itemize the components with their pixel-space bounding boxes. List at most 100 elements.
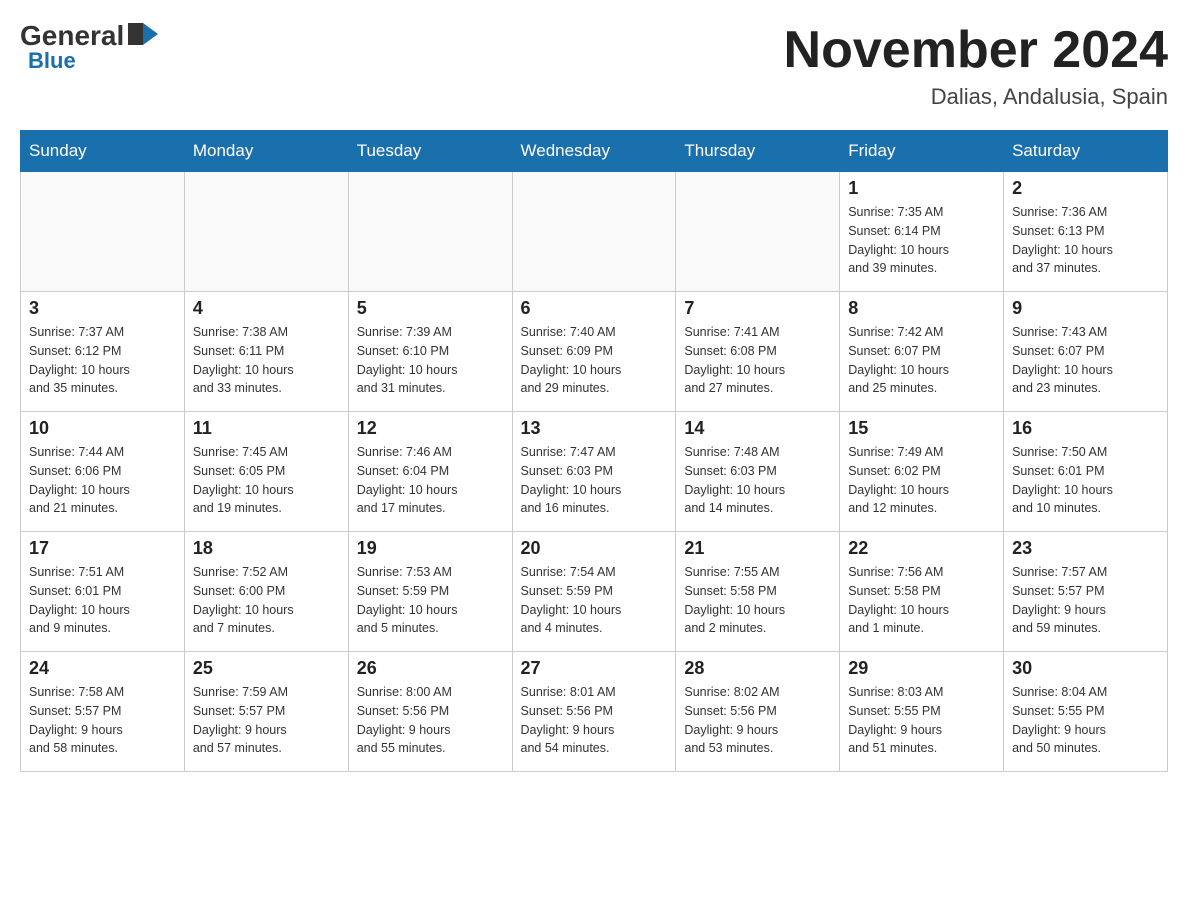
calendar-week-row: 17Sunrise: 7:51 AM Sunset: 6:01 PM Dayli… <box>21 532 1168 652</box>
day-info: Sunrise: 7:44 AM Sunset: 6:06 PM Dayligh… <box>29 443 176 518</box>
col-tuesday: Tuesday <box>348 131 512 172</box>
day-number: 20 <box>521 538 668 559</box>
day-info: Sunrise: 7:41 AM Sunset: 6:08 PM Dayligh… <box>684 323 831 398</box>
day-info: Sunrise: 7:35 AM Sunset: 6:14 PM Dayligh… <box>848 203 995 278</box>
calendar-cell <box>21 172 185 292</box>
day-number: 26 <box>357 658 504 679</box>
logo-blue-text: Blue <box>28 48 76 74</box>
day-info: Sunrise: 7:51 AM Sunset: 6:01 PM Dayligh… <box>29 563 176 638</box>
day-info: Sunrise: 7:59 AM Sunset: 5:57 PM Dayligh… <box>193 683 340 758</box>
day-info: Sunrise: 7:57 AM Sunset: 5:57 PM Dayligh… <box>1012 563 1159 638</box>
col-saturday: Saturday <box>1004 131 1168 172</box>
calendar-cell <box>348 172 512 292</box>
day-number: 3 <box>29 298 176 319</box>
day-info: Sunrise: 7:45 AM Sunset: 6:05 PM Dayligh… <box>193 443 340 518</box>
calendar-subtitle: Dalias, Andalusia, Spain <box>784 84 1168 110</box>
calendar-cell: 23 Sunrise: 7:57 AM Sunset: 5:57 PM Dayli… <box>1004 532 1168 652</box>
calendar-cell: 29 Sunrise: 8:03 AM Sunset: 5:55 PM Dayli… <box>840 652 1004 772</box>
day-info: Sunrise: 8:00 AM Sunset: 5:56 PM Dayligh… <box>357 683 504 758</box>
day-info: Sunrise: 7:47 AM Sunset: 6:03 PM Dayligh… <box>521 443 668 518</box>
calendar-cell: 2 Sunrise: 7:36 AM Sunset: 6:13 PM Daylig… <box>1004 172 1168 292</box>
logo-area: General Blue <box>20 20 158 74</box>
calendar-cell: 8 Sunrise: 7:42 AM Sunset: 6:07 PM Daylig… <box>840 292 1004 412</box>
day-number: 27 <box>521 658 668 679</box>
calendar-week-row: 24Sunrise: 7:58 AM Sunset: 5:57 PM Dayli… <box>21 652 1168 772</box>
calendar-cell: 7Sunrise: 7:41 AM Sunset: 6:08 PM Daylig… <box>676 292 840 412</box>
calendar-cell: 14 Sunrise: 7:48 AM Sunset: 6:03 PM Dayli… <box>676 412 840 532</box>
day-number: 18 <box>193 538 340 559</box>
day-number: 16 <box>1012 418 1159 439</box>
day-info: Sunrise: 7:42 AM Sunset: 6:07 PM Dayligh… <box>848 323 995 398</box>
calendar-cell: 9 Sunrise: 7:43 AM Sunset: 6:07 PM Daylig… <box>1004 292 1168 412</box>
day-number: 10 <box>29 418 176 439</box>
day-number: 4 <box>193 298 340 319</box>
day-number: 14 <box>684 418 831 439</box>
calendar-cell: 11 Sunrise: 7:45 AM Sunset: 6:05 PM Dayli… <box>184 412 348 532</box>
day-number: 13 <box>521 418 668 439</box>
day-number: 24 <box>29 658 176 679</box>
day-number: 1 <box>848 178 995 199</box>
day-number: 25 <box>193 658 340 679</box>
calendar-header: Sunday Monday Tuesday Wednesday Thursday… <box>21 131 1168 172</box>
day-number: 12 <box>357 418 504 439</box>
col-friday: Friday <box>840 131 1004 172</box>
day-number: 8 <box>848 298 995 319</box>
day-info: Sunrise: 7:46 AM Sunset: 6:04 PM Dayligh… <box>357 443 504 518</box>
calendar-cell: 13 Sunrise: 7:47 AM Sunset: 6:03 PM Dayli… <box>512 412 676 532</box>
day-number: 21 <box>684 538 831 559</box>
day-info: Sunrise: 8:01 AM Sunset: 5:56 PM Dayligh… <box>521 683 668 758</box>
day-info: Sunrise: 8:03 AM Sunset: 5:55 PM Dayligh… <box>848 683 995 758</box>
calendar-cell <box>184 172 348 292</box>
day-info: Sunrise: 7:55 AM Sunset: 5:58 PM Dayligh… <box>684 563 831 638</box>
calendar-table: Sunday Monday Tuesday Wednesday Thursday… <box>20 130 1168 772</box>
day-number: 30 <box>1012 658 1159 679</box>
day-number: 23 <box>1012 538 1159 559</box>
day-number: 5 <box>357 298 504 319</box>
calendar-cell: 17Sunrise: 7:51 AM Sunset: 6:01 PM Dayli… <box>21 532 185 652</box>
header-row: Sunday Monday Tuesday Wednesday Thursday… <box>21 131 1168 172</box>
day-info: Sunrise: 8:02 AM Sunset: 5:56 PM Dayligh… <box>684 683 831 758</box>
day-info: Sunrise: 7:50 AM Sunset: 6:01 PM Dayligh… <box>1012 443 1159 518</box>
calendar-cell: 19Sunrise: 7:53 AM Sunset: 5:59 PM Dayli… <box>348 532 512 652</box>
day-number: 28 <box>684 658 831 679</box>
calendar-cell: 21 Sunrise: 7:55 AM Sunset: 5:58 PM Dayli… <box>676 532 840 652</box>
calendar-cell: 6Sunrise: 7:40 AM Sunset: 6:09 PM Daylig… <box>512 292 676 412</box>
day-number: 2 <box>1012 178 1159 199</box>
day-number: 22 <box>848 538 995 559</box>
calendar-cell: 1 Sunrise: 7:35 AM Sunset: 6:14 PM Daylig… <box>840 172 1004 292</box>
day-info: Sunrise: 7:56 AM Sunset: 5:58 PM Dayligh… <box>848 563 995 638</box>
calendar-cell: 25 Sunrise: 7:59 AM Sunset: 5:57 PM Dayli… <box>184 652 348 772</box>
calendar-cell: 30 Sunrise: 8:04 AM Sunset: 5:55 PM Dayli… <box>1004 652 1168 772</box>
header: General Blue November 2024 Dalias, Andal… <box>20 20 1168 110</box>
day-number: 29 <box>848 658 995 679</box>
title-area: November 2024 Dalias, Andalusia, Spain <box>784 20 1168 110</box>
calendar-cell: 4 Sunrise: 7:38 AM Sunset: 6:11 PM Daylig… <box>184 292 348 412</box>
day-info: Sunrise: 7:43 AM Sunset: 6:07 PM Dayligh… <box>1012 323 1159 398</box>
day-info: Sunrise: 7:38 AM Sunset: 6:11 PM Dayligh… <box>193 323 340 398</box>
calendar-cell: 24Sunrise: 7:58 AM Sunset: 5:57 PM Dayli… <box>21 652 185 772</box>
calendar-cell: 18 Sunrise: 7:52 AM Sunset: 6:00 PM Dayli… <box>184 532 348 652</box>
logo-flag-icon <box>128 23 158 45</box>
day-number: 11 <box>193 418 340 439</box>
day-info: Sunrise: 7:39 AM Sunset: 6:10 PM Dayligh… <box>357 323 504 398</box>
day-number: 6 <box>521 298 668 319</box>
day-info: Sunrise: 7:52 AM Sunset: 6:00 PM Dayligh… <box>193 563 340 638</box>
day-number: 15 <box>848 418 995 439</box>
day-info: Sunrise: 7:54 AM Sunset: 5:59 PM Dayligh… <box>521 563 668 638</box>
calendar-title: November 2024 <box>784 20 1168 80</box>
day-info: Sunrise: 7:48 AM Sunset: 6:03 PM Dayligh… <box>684 443 831 518</box>
calendar-cell: 27 Sunrise: 8:01 AM Sunset: 5:56 PM Dayli… <box>512 652 676 772</box>
calendar-cell: 16 Sunrise: 7:50 AM Sunset: 6:01 PM Dayli… <box>1004 412 1168 532</box>
day-info: Sunrise: 7:36 AM Sunset: 6:13 PM Dayligh… <box>1012 203 1159 278</box>
calendar-cell <box>512 172 676 292</box>
calendar-cell: 26 Sunrise: 8:00 AM Sunset: 5:56 PM Dayli… <box>348 652 512 772</box>
calendar-body: 1 Sunrise: 7:35 AM Sunset: 6:14 PM Daylig… <box>21 172 1168 772</box>
col-monday: Monday <box>184 131 348 172</box>
day-info: Sunrise: 8:04 AM Sunset: 5:55 PM Dayligh… <box>1012 683 1159 758</box>
calendar-cell: 3Sunrise: 7:37 AM Sunset: 6:12 PM Daylig… <box>21 292 185 412</box>
calendar-week-row: 1 Sunrise: 7:35 AM Sunset: 6:14 PM Daylig… <box>21 172 1168 292</box>
calendar-cell: 5 Sunrise: 7:39 AM Sunset: 6:10 PM Daylig… <box>348 292 512 412</box>
day-info: Sunrise: 7:49 AM Sunset: 6:02 PM Dayligh… <box>848 443 995 518</box>
day-number: 9 <box>1012 298 1159 319</box>
calendar-cell: 20 Sunrise: 7:54 AM Sunset: 5:59 PM Dayli… <box>512 532 676 652</box>
